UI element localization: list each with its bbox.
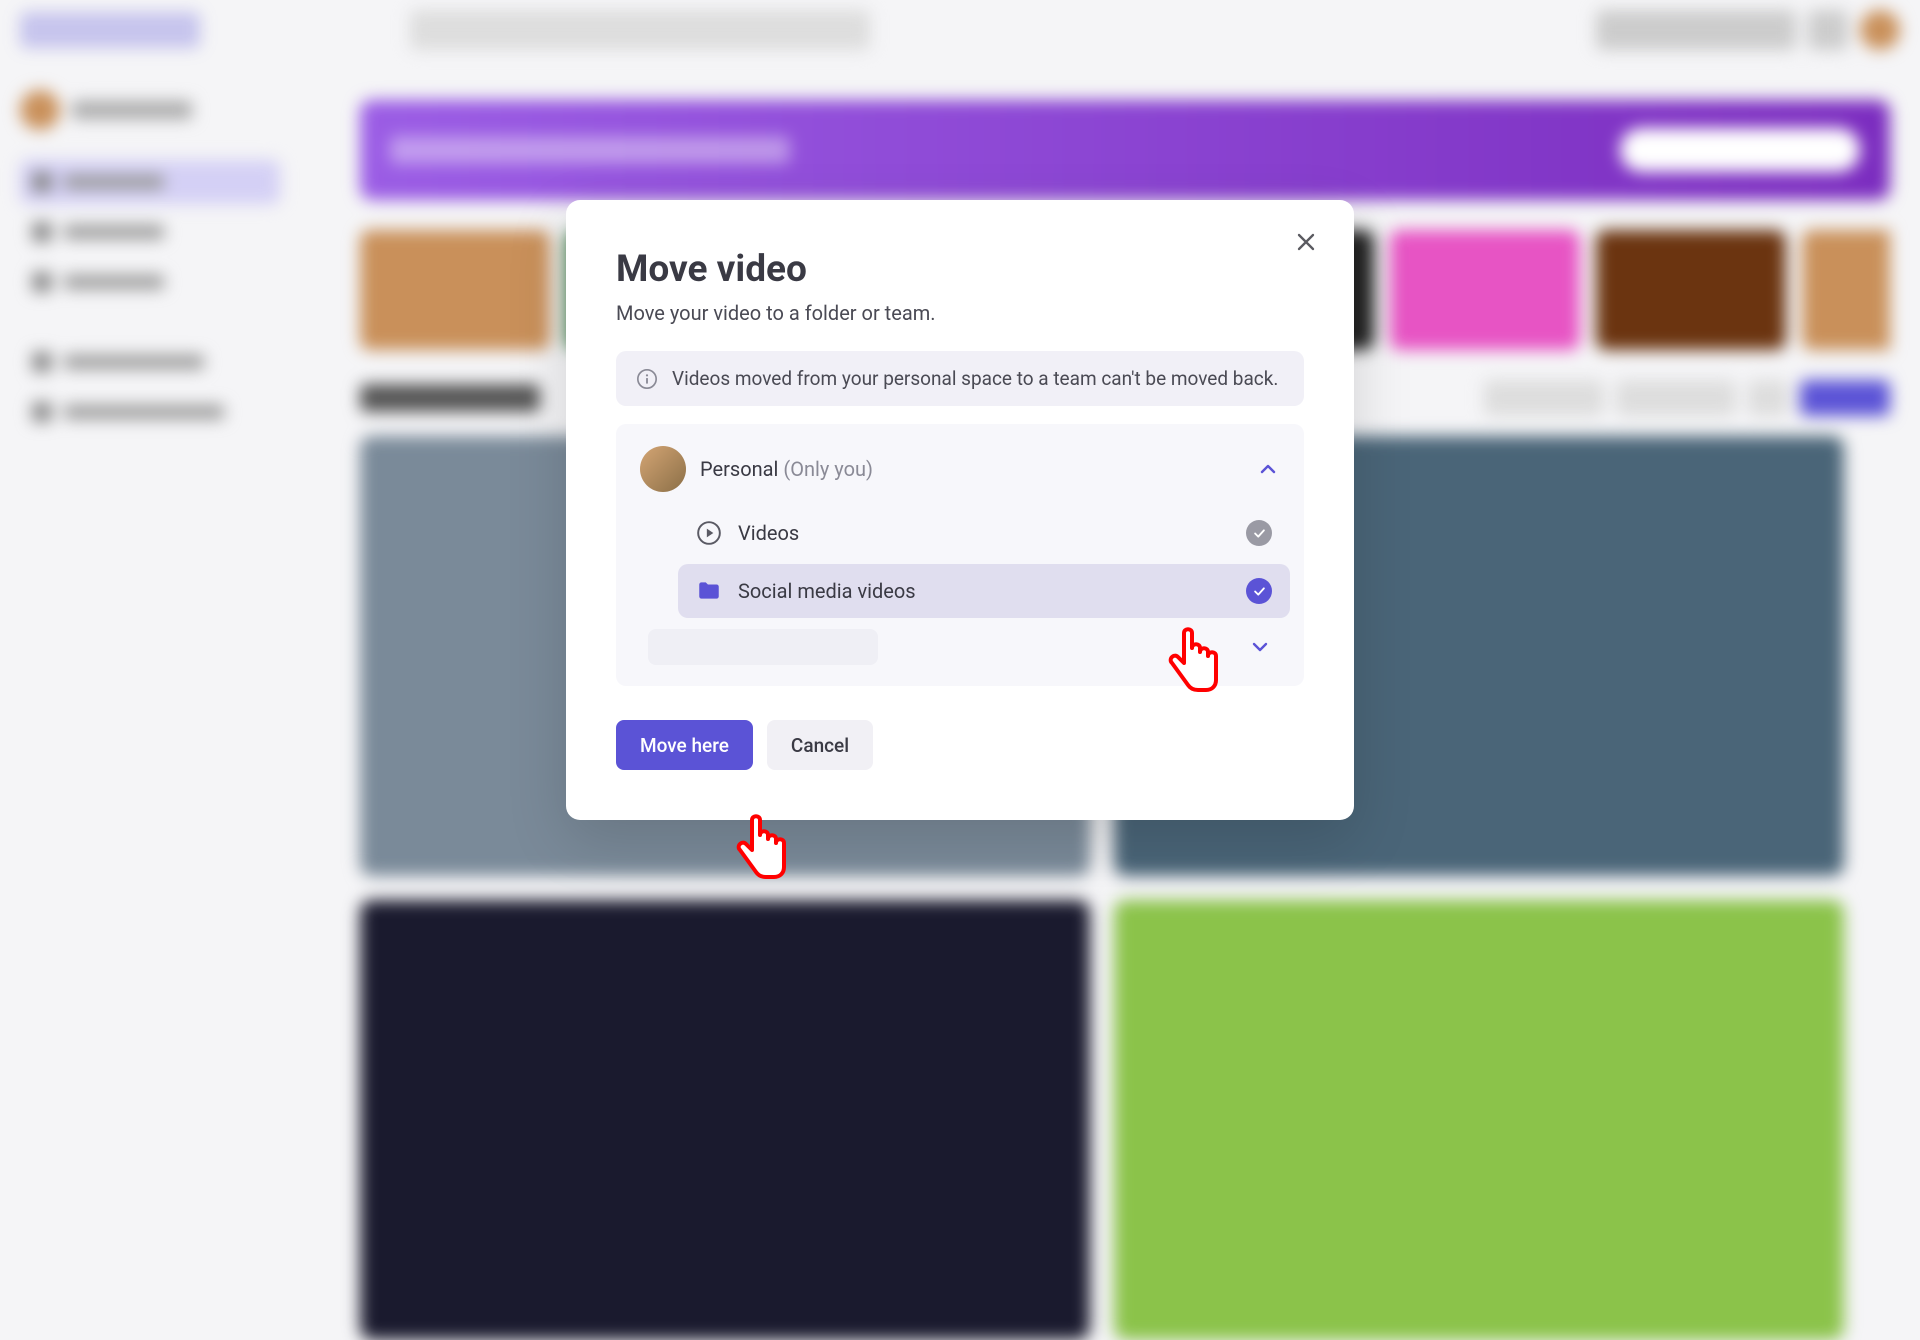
close-icon — [1292, 228, 1320, 256]
cancel-button[interactable]: Cancel — [767, 720, 873, 770]
move-video-dialog: Move video Move your video to a folder o… — [566, 200, 1354, 820]
dialog-title: Move video — [616, 248, 1304, 291]
folder-label: Social media videos — [738, 579, 1230, 603]
info-icon — [636, 368, 658, 390]
check-selected-icon — [1246, 578, 1272, 604]
avatar — [640, 446, 686, 492]
folder-icon — [696, 578, 722, 604]
folder-label: Videos — [738, 521, 1230, 545]
folder-social-media-videos[interactable]: Social media videos — [678, 564, 1290, 618]
play-icon — [696, 520, 722, 546]
close-button[interactable] — [1292, 228, 1320, 256]
chevron-up-icon — [1256, 457, 1280, 481]
folder-list: Videos Social media videos — [630, 502, 1290, 618]
folder-videos[interactable]: Videos — [678, 506, 1290, 560]
space-name: Personal (Only you) — [700, 457, 873, 481]
chevron-down-icon — [1248, 635, 1272, 659]
info-banner: Videos moved from your personal space to… — [616, 351, 1304, 406]
collapsed-space-row[interactable] — [630, 622, 1290, 672]
info-text: Videos moved from your personal space to… — [672, 367, 1278, 390]
modal-overlay: Move video Move your video to a folder o… — [0, 0, 1920, 1080]
space-hint: (Only you) — [783, 457, 873, 481]
check-unselected-icon — [1246, 520, 1272, 546]
dialog-actions: Move here Cancel — [616, 720, 1304, 770]
placeholder-label — [648, 629, 878, 665]
dialog-subtitle: Move your video to a folder or team. — [616, 301, 1304, 325]
move-here-button[interactable]: Move here — [616, 720, 753, 770]
location-picker: Personal (Only you) Videos — [616, 424, 1304, 686]
space-personal[interactable]: Personal (Only you) — [630, 436, 1290, 502]
